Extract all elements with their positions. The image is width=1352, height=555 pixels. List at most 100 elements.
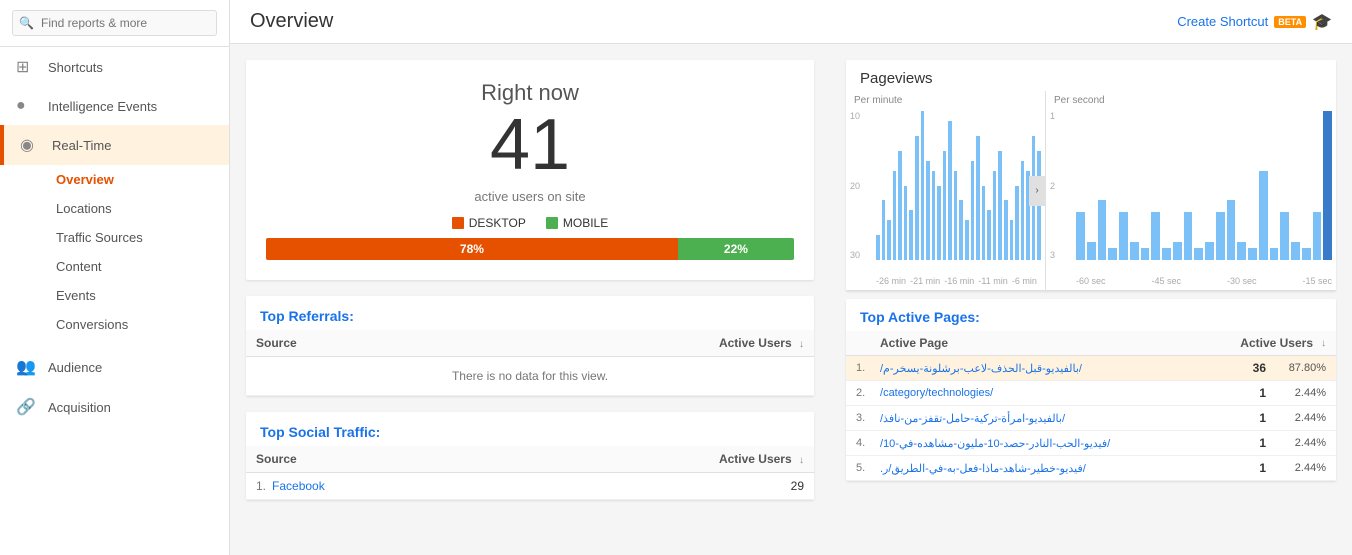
sidebar-item-label-audience: Audience — [48, 360, 102, 375]
sidebar-item-label-acquisition: Acquisition — [48, 400, 111, 415]
sidebar-item-label-shortcuts: Shortcuts — [48, 60, 103, 75]
search-icon: 🔍 — [19, 16, 34, 30]
chart-bar — [904, 186, 908, 261]
active-page-link[interactable]: /فيديو-الحب-النادر-حصد-10-مليون-مشاهده-ف… — [880, 437, 1226, 450]
chart-bar — [887, 220, 891, 260]
top-social-section: Top Social Traffic: Source Active Users … — [246, 412, 814, 500]
referrals-users-col: Active Users ↓ — [454, 330, 814, 357]
chart-bar — [1270, 248, 1279, 260]
audience-icon: 👥 — [16, 357, 38, 377]
active-pages-header: Active Page Active Users ↓ — [846, 331, 1336, 356]
active-page-link[interactable]: /category/technologies/ — [880, 387, 1226, 399]
y-labels-left: 30 20 10 — [850, 111, 860, 260]
chart-bar — [1237, 242, 1246, 260]
sidebar-item-audience[interactable]: 👥 Audience — [0, 347, 229, 387]
chart-bar — [943, 151, 947, 260]
search-input[interactable] — [12, 10, 217, 36]
top-referrals-section: Top Referrals: Source Active Users ↓ — [246, 296, 814, 396]
sidebar-item-shortcuts[interactable]: ⊞ Shortcuts — [0, 47, 229, 87]
chart-bar — [926, 161, 930, 260]
desktop-legend: DESKTOP — [452, 216, 526, 230]
list-item: 3. /بالفيديو-امرأة-تركية-حامل-تقفز-من-نا… — [846, 406, 1336, 431]
rightnow-label: active users on site — [266, 189, 794, 204]
progress-bar: 78% 22% — [266, 238, 794, 260]
chart-bar — [1173, 242, 1182, 260]
chart-bar — [893, 171, 897, 260]
chart-bar — [882, 200, 886, 260]
subnav-item-events[interactable]: Events — [48, 281, 229, 310]
subnav-item-content[interactable]: Content — [48, 252, 229, 281]
chart-bar — [1205, 242, 1214, 260]
sidebar-item-intelligence[interactable]: ● Intelligence Events — [0, 87, 229, 125]
left-chart-bars — [876, 111, 1041, 260]
chart-bar — [1259, 171, 1268, 260]
search-box: 🔍 — [0, 0, 229, 47]
expand-arrow[interactable]: › — [1029, 176, 1045, 206]
chart-bar — [932, 171, 936, 260]
sidebar: 🔍 ⊞ Shortcuts ● Intelligence Events ◉ Re… — [0, 0, 230, 555]
chart-bar — [937, 186, 941, 261]
chart-bar — [1130, 242, 1139, 260]
subnav-item-overview[interactable]: Overview — [48, 165, 229, 194]
chart-bar — [1216, 212, 1225, 260]
pageviews-title: Pageviews — [846, 60, 1336, 91]
chart-bar — [1141, 248, 1150, 260]
chart-bar — [959, 200, 963, 260]
sidebar-item-acquisition[interactable]: 🔗 Acquisition — [0, 387, 229, 427]
chart-bar — [1194, 248, 1203, 260]
main: Overview Create Shortcut BETA 🎓 Right no… — [230, 0, 1352, 555]
chart-bar — [1004, 200, 1008, 260]
social-users-col: Active Users ↓ — [506, 446, 814, 473]
table-row: There is no data for this view. — [246, 357, 814, 396]
rightnow-box: Right now 41 active users on site DESKTO… — [246, 60, 814, 280]
chart-bar — [1076, 212, 1085, 260]
social-source-link[interactable]: Facebook — [272, 479, 325, 493]
sidebar-item-realtime[interactable]: ◉ Real-Time — [0, 125, 229, 165]
chart-bar — [1087, 242, 1096, 260]
chart-bar — [1021, 161, 1025, 260]
ap-sort-icon[interactable]: ↓ — [1321, 338, 1326, 349]
page-title: Overview — [250, 10, 333, 33]
social-sort-icon[interactable]: ↓ — [799, 455, 804, 466]
acquisition-icon: 🔗 — [16, 397, 38, 417]
desktop-label: DESKTOP — [469, 216, 526, 230]
active-page-link[interactable]: /فيديو-خطير-شاهد-ماذا-فعل-به-في-الطريق/ر… — [880, 462, 1226, 475]
subnav-item-conversions[interactable]: Conversions — [48, 310, 229, 339]
mobile-label: MOBILE — [563, 216, 608, 230]
active-page-link[interactable]: /بالفيديو-امرأة-تركية-حامل-تقفز-من-نافذ/ — [880, 412, 1226, 425]
active-page-link[interactable]: /بالفيديو-قبل-الحذف-لاعب-برشلونة-يسخر-م/ — [880, 362, 1226, 375]
device-legend: DESKTOP MOBILE — [266, 216, 794, 230]
chart-bar — [993, 171, 997, 260]
chart-bar — [998, 151, 1002, 260]
right-panel: Pageviews Per minute 30 20 10 -26 min -2… — [830, 44, 1352, 555]
subnav-item-locations[interactable]: Locations — [48, 194, 229, 223]
chart-area: Per minute 30 20 10 -26 min -21 min -16 … — [846, 91, 1336, 291]
sort-icon[interactable]: ↓ — [799, 339, 804, 350]
chart-bar — [971, 161, 975, 260]
no-data-message: There is no data for this view. — [246, 357, 814, 396]
top-social-title: Top Social Traffic: — [246, 412, 814, 446]
create-shortcut-button[interactable]: Create Shortcut BETA 🎓 — [1177, 12, 1332, 32]
chart-bar — [1015, 186, 1019, 261]
create-shortcut-label: Create Shortcut — [1177, 14, 1268, 29]
chart-bar — [1302, 248, 1311, 260]
chart-bar — [954, 171, 958, 260]
list-item: 4. /فيديو-الحب-النادر-حصد-10-مليون-مشاهد… — [846, 431, 1336, 456]
chart-bar — [976, 136, 980, 260]
chart-bar — [1108, 248, 1117, 260]
per-second-label: Per second — [1046, 95, 1336, 106]
chart-bar — [898, 151, 902, 260]
chart-bar — [921, 111, 925, 260]
social-source-col: Source — [246, 446, 506, 473]
chart-bar — [1280, 212, 1289, 260]
list-item: 1. /بالفيديو-قبل-الحذف-لاعب-برشلونة-يسخر… — [846, 356, 1336, 381]
subnav-item-traffic-sources[interactable]: Traffic Sources — [48, 223, 229, 252]
chart-bar — [948, 121, 952, 260]
y-labels-right: 3 2 1 — [1050, 111, 1055, 260]
mobile-bar: 22% — [678, 238, 794, 260]
active-page-col: Active Page — [880, 336, 1226, 350]
chart-bar — [982, 186, 986, 261]
chart-bar — [1313, 212, 1322, 260]
top-bar: Overview Create Shortcut BETA 🎓 — [230, 0, 1352, 44]
x-labels-right: -60 sec -45 sec -30 sec -15 sec — [1076, 276, 1332, 286]
